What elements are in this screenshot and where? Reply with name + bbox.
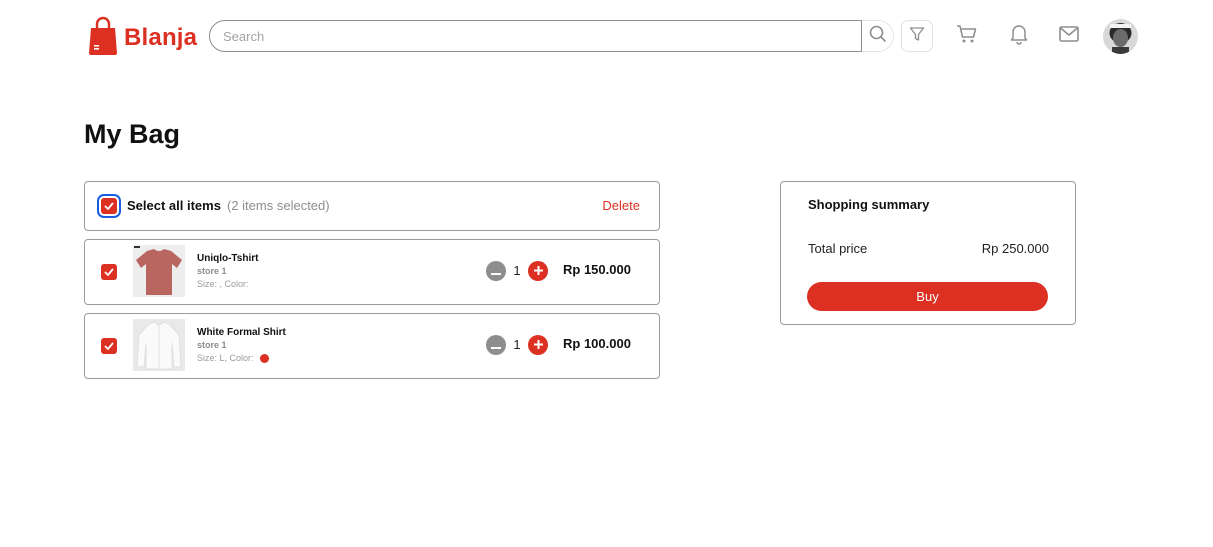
select-all-label: Select all items (127, 198, 221, 213)
product-image[interactable] (133, 245, 185, 297)
product-name[interactable]: Uniqlo-Tshirt (197, 253, 258, 264)
mail-icon (1058, 25, 1080, 48)
quantity-value: 1 (513, 337, 521, 352)
color-swatch (259, 353, 269, 363)
bell-icon (1009, 23, 1029, 50)
buy-button[interactable]: Buy (807, 282, 1048, 311)
brand-name: Blanja (124, 23, 198, 51)
selected-count: (2 items selected) (227, 198, 330, 213)
item-price: Rp 100.000 (563, 336, 631, 351)
cart-icon (956, 23, 978, 50)
filter-button[interactable] (901, 20, 933, 52)
decrease-quantity-button[interactable] (486, 261, 506, 281)
product-variant: Size: , Color: (197, 279, 249, 289)
store-name: store 1 (197, 340, 227, 350)
notifications-button[interactable] (1007, 24, 1031, 48)
summary-title: Shopping summary (808, 197, 930, 212)
product-name[interactable]: White Formal Shirt (197, 327, 286, 338)
select-all-bar: Select all items (2 items selected) Dele… (84, 181, 660, 231)
page-title: My Bag (84, 119, 181, 149)
item-checkbox[interactable] (101, 264, 117, 280)
bag-item: Uniqlo-Tshirt store 1 Size: , Color: 1 R… (84, 239, 660, 305)
delete-button[interactable]: Delete (602, 198, 640, 213)
bag-item: White Formal Shirt store 1 Size: L, Colo… (84, 313, 660, 379)
quantity-value: 1 (513, 263, 521, 278)
user-avatar[interactable] (1103, 19, 1138, 54)
total-price-label: Total price (808, 241, 868, 256)
increase-quantity-button[interactable] (528, 335, 548, 355)
search-input[interactable] (209, 20, 862, 52)
minus-icon (491, 262, 501, 280)
plus-icon (533, 336, 543, 354)
search-icon (869, 25, 887, 48)
store-name: store 1 (197, 266, 227, 276)
checkmark-icon (104, 263, 114, 281)
search-bar (209, 20, 894, 52)
checkmark-icon (104, 197, 114, 215)
shopping-bag-icon (88, 15, 118, 60)
plus-icon (533, 262, 543, 280)
variant-text: Size: L, Color: (197, 353, 254, 363)
product-variant: Size: L, Color: (197, 353, 269, 363)
checkmark-icon (104, 337, 114, 355)
product-image[interactable] (133, 319, 185, 371)
item-checkbox[interactable] (101, 338, 117, 354)
brand-logo[interactable]: Blanja (88, 15, 197, 60)
shopping-summary-card: Shopping summary Total price Rp 250.000 … (780, 181, 1076, 325)
select-all-checkbox[interactable] (101, 198, 117, 214)
decrease-quantity-button[interactable] (486, 335, 506, 355)
total-price-value: Rp 250.000 (981, 241, 1049, 256)
cart-button[interactable] (955, 24, 979, 48)
item-price: Rp 150.000 (563, 262, 631, 277)
filter-icon (909, 26, 925, 47)
messages-button[interactable] (1057, 24, 1081, 48)
variant-text: Size: , Color: (197, 279, 249, 289)
increase-quantity-button[interactable] (528, 261, 548, 281)
search-button[interactable] (862, 20, 894, 52)
minus-icon (491, 336, 501, 354)
